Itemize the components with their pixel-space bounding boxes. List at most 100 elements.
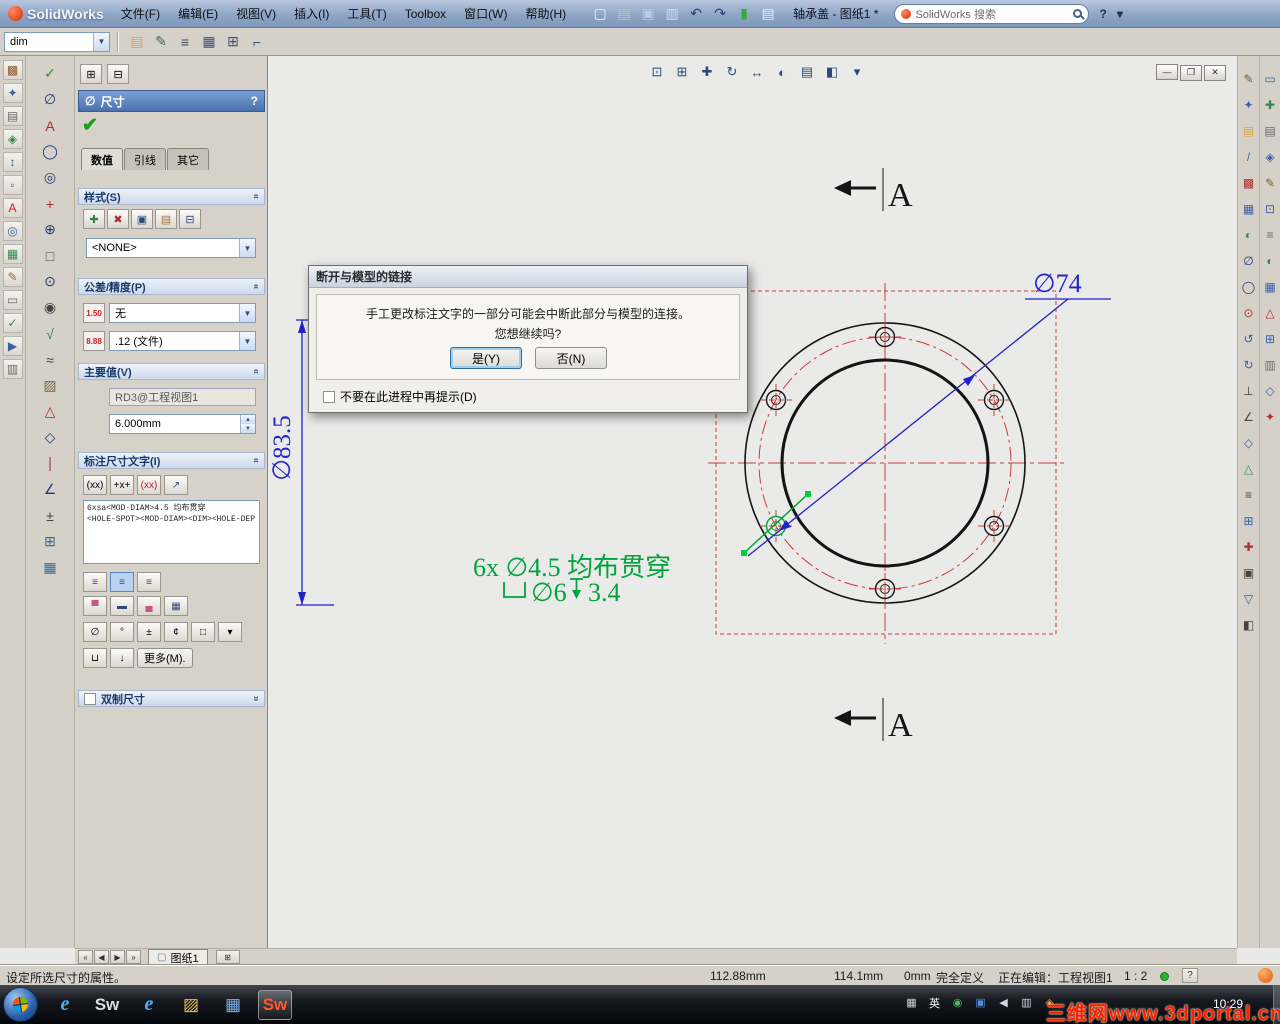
options-list-icon[interactable]: ▤: [757, 3, 779, 25]
panel-strip-icon[interactable]: ▦: [1261, 278, 1279, 296]
graphics-area[interactable]: ∅74 ∅83.5 6x ∅4.5 均布贯穿 ∅6 3.4 A A ⊡ ⊞ ✚ …: [268, 56, 1237, 948]
panel-strip-icon[interactable]: ⊡: [1261, 200, 1279, 218]
undo-icon[interactable]: ↶: [685, 3, 707, 25]
right-tool-icon[interactable]: ▤: [1240, 122, 1258, 140]
search-box[interactable]: [894, 3, 1090, 24]
anchor-corner-icon[interactable]: ⌐: [245, 31, 269, 53]
datum-feature-icon[interactable]: □: [37, 244, 63, 267]
volume-tray-icon[interactable]: ◀: [995, 994, 1012, 1011]
dimension-value-spinner[interactable]: 6.000mm ▲ ▼: [109, 414, 256, 434]
align-left-button[interactable]: ≡: [83, 572, 107, 592]
collapse-chevron-icon[interactable]: »: [251, 369, 262, 375]
menu-insert[interactable]: 插入(I): [285, 3, 338, 25]
right-tool-icon[interactable]: ▽: [1240, 590, 1258, 608]
right-tool-icon[interactable]: ↺: [1240, 330, 1258, 348]
hole-callout-text[interactable]: 6x ∅4.5 均布贯穿: [473, 553, 671, 582]
left-strip-icon[interactable]: ✓: [2, 313, 23, 333]
print-icon[interactable]: ▥: [661, 3, 683, 25]
dual-dimension-section-header[interactable]: 双制尺寸 »: [78, 690, 265, 707]
menu-window[interactable]: 窗口(W): [455, 3, 516, 25]
pm-tab-leaders[interactable]: 引线: [124, 148, 166, 170]
auto-balloon-icon[interactable]: ◎: [37, 166, 63, 189]
view-settings-dropdown-icon[interactable]: ▾: [846, 62, 868, 82]
add-sheet-button[interactable]: ⊞: [215, 950, 240, 964]
square-symbol-button[interactable]: □: [191, 622, 215, 642]
dim-suffix-button[interactable]: (xx): [137, 475, 161, 495]
sheet-tab[interactable]: ▢ 图纸1: [148, 949, 208, 965]
center-mark-icon[interactable]: +: [37, 192, 63, 215]
status-help-button[interactable]: ?: [1182, 968, 1198, 983]
menu-help[interactable]: 帮助(H): [516, 3, 575, 25]
toolbar-collapse-icon[interactable]: ▾: [1117, 7, 1123, 21]
folder-quicklaunch-icon[interactable]: ▨: [174, 990, 208, 1020]
menu-file[interactable]: 文件(F): [112, 3, 169, 25]
spin-up-icon[interactable]: ▲: [240, 415, 255, 424]
justify-outside-button[interactable]: ▦: [164, 596, 188, 616]
right-tool-icon[interactable]: ∠: [1240, 408, 1258, 426]
ie2-quicklaunch-icon[interactable]: e: [132, 990, 166, 1020]
surface-finish-icon[interactable]: √: [37, 322, 63, 345]
spin-down-icon[interactable]: ▼: [240, 424, 255, 433]
table-icon[interactable]: ⊞: [37, 530, 63, 553]
smart-dimension-icon[interactable]: ∅: [37, 88, 63, 111]
revision-symbol-icon[interactable]: △: [37, 400, 63, 423]
update-style-icon[interactable]: ⊟: [179, 209, 201, 229]
solidworks-taskbar-button[interactable]: Sw: [258, 989, 292, 1020]
prev-sheet-button[interactable]: ◀: [94, 950, 109, 964]
menu-toolbox[interactable]: Toolbox: [396, 3, 455, 25]
no-button[interactable]: 否(N): [535, 347, 607, 369]
section-mark-bottom[interactable]: A: [834, 698, 913, 744]
counterbore-depth-text[interactable]: 3.4: [588, 578, 621, 607]
leader-button[interactable]: ↗: [164, 475, 188, 495]
dialog-title-bar[interactable]: 断开与模型的链接: [309, 266, 747, 288]
angle-dimension-icon[interactable]: ∠: [37, 478, 63, 501]
right-tool-icon[interactable]: ▩: [1240, 174, 1258, 192]
align-right-button[interactable]: ≡: [137, 572, 161, 592]
pm-help-button[interactable]: ?: [251, 94, 258, 108]
doc-close-button[interactable]: ✕: [1204, 64, 1226, 81]
ok-icon[interactable]: ✓: [37, 62, 63, 85]
language-indicator[interactable]: 英: [926, 994, 943, 1011]
panel-strip-icon[interactable]: ▭: [1261, 70, 1279, 88]
dual-dimension-checkbox[interactable]: [84, 692, 96, 705]
propertymanager-tab-icon[interactable]: ⊞: [80, 64, 102, 84]
pm-tab-other[interactable]: 其它: [167, 148, 209, 170]
combo-dropdown-icon[interactable]: ▼: [93, 32, 109, 51]
ok-check-icon[interactable]: ✔: [82, 114, 98, 137]
panel-strip-icon[interactable]: ◐: [1261, 252, 1279, 270]
note-icon[interactable]: A: [37, 114, 63, 137]
dim-style-combo[interactable]: dim ▼: [4, 31, 110, 52]
pan-icon[interactable]: ↔: [746, 62, 768, 82]
dim-83-5-text[interactable]: ∅83.5: [269, 415, 296, 481]
right-tool-icon[interactable]: ⊞: [1240, 512, 1258, 530]
left-strip-icon[interactable]: ◎: [2, 221, 23, 241]
dropdown-arrow-icon[interactable]: ▼: [239, 239, 255, 257]
load-style-icon[interactable]: ▤: [155, 209, 177, 229]
antivirus-tray-icon[interactable]: ◉: [949, 994, 966, 1011]
doc-restore-button[interactable]: ❐: [1180, 64, 1202, 81]
style-section-header[interactable]: 样式(S) »: [78, 188, 265, 205]
section-mark-top[interactable]: A: [834, 168, 913, 214]
left-strip-icon[interactable]: ▥: [2, 359, 23, 379]
menu-edit[interactable]: 编辑(E): [169, 3, 227, 25]
plusminus-symbol-button[interactable]: ±: [137, 622, 161, 642]
left-strip-icon[interactable]: ▫: [2, 175, 23, 195]
right-tool-icon[interactable]: ▣: [1240, 564, 1258, 582]
display-style-icon[interactable]: ▤: [796, 62, 818, 82]
update-style-icon[interactable]: ✎: [149, 31, 173, 53]
last-sheet-button[interactable]: »: [126, 950, 141, 964]
block-icon[interactable]: ◇: [37, 426, 63, 449]
left-strip-icon[interactable]: ↕: [2, 152, 23, 172]
panel-strip-icon[interactable]: ✎: [1261, 174, 1279, 192]
balloon-icon[interactable]: ◯: [37, 140, 63, 163]
left-strip-icon[interactable]: ▦: [2, 244, 23, 264]
network-tray-icon[interactable]: ▥: [1018, 994, 1035, 1011]
section-view-icon[interactable]: ◧: [821, 62, 843, 82]
redo-icon[interactable]: ↷: [709, 3, 731, 25]
diameter-symbol-button[interactable]: ∅: [83, 622, 107, 642]
right-tool-icon[interactable]: ↻: [1240, 356, 1258, 374]
start-button[interactable]: [3, 987, 38, 1022]
save-style-icon[interactable]: ▣: [131, 209, 153, 229]
right-tool-icon[interactable]: ⊙: [1240, 304, 1258, 322]
weld-symbol-icon[interactable]: ≈: [37, 348, 63, 371]
